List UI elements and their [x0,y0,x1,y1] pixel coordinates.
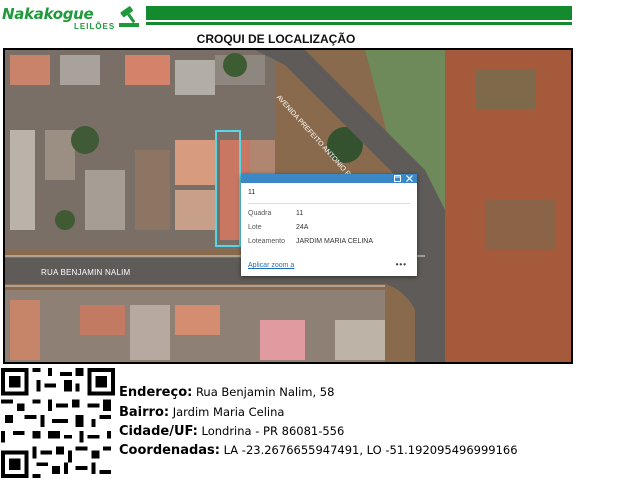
satellite-map[interactable]: RUA BENJAMIN NALIM AVENIDA PREFEITO ANTO… [3,48,573,364]
neighborhood-line: Bairro: Jardim Maria Celina [119,404,284,420]
cidade-label: Cidade/UF: [119,424,198,439]
quadra-label: Quadra [248,210,272,217]
popup-header [241,174,417,183]
header-bar [146,6,572,20]
popup-title: 11 [248,189,256,196]
header-bar-line [146,22,572,25]
brand-name: Nakakogue [2,5,94,23]
bairro-value: Jardim Maria Celina [172,405,285,419]
coordinates-line: Coordenadas: LA -23.2676655947491, LO -5… [119,442,518,458]
loteamento-label: Loteamento [248,238,285,245]
more-options-button[interactable]: ••• [396,260,407,269]
zoom-to-link[interactable]: Aplicar zoom a [248,262,294,269]
page-title: CROQUI DE LOCALIZAÇÃO [196,32,356,46]
endereco-label: Endereço: [119,385,193,400]
loteamento-value: JARDIM MARIA CELINA [296,238,374,245]
city-line: Cidade/UF: Londrina - PR 86081-556 [119,423,344,439]
coord-label: Coordenadas: [119,443,220,458]
gavel-icon [119,6,139,27]
parcel-popup: 11 Quadra 11 Lote 24A Loteamento JARDIM … [241,174,417,276]
cidade-value: Londrina - PR 86081-556 [201,424,345,438]
brand-subtitle: LEILÕES [74,22,116,31]
address-line: Endereço: Rua Benjamin Nalim, 58 [119,384,334,400]
quadra-value: 11 [296,210,304,217]
bairro-label: Bairro: [119,405,170,420]
restore-icon[interactable] [394,175,401,182]
brand-logo: Nakakogue LEILÕES [2,3,142,31]
coord-value: LA -23.2676655947491, LO -51.19209549699… [223,443,518,457]
lote-value: 24A [296,224,309,231]
qr-code [1,368,115,478]
close-icon[interactable] [406,175,413,182]
endereco-value: Rua Benjamin Nalim, 58 [195,385,335,399]
popup-divider [248,203,410,204]
lote-label: Lote [248,224,262,231]
street-label: RUA BENJAMIN NALIM [41,268,131,277]
